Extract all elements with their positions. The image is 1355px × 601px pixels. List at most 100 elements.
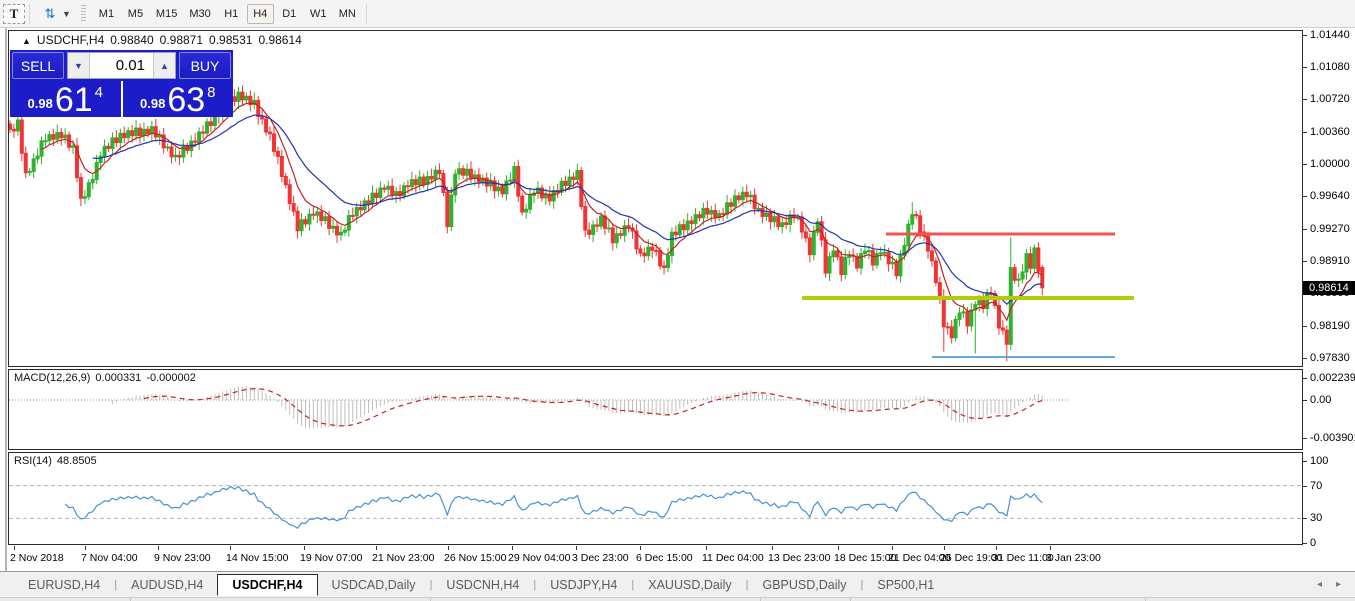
candle-body: [233, 97, 236, 102]
candle-body: [966, 312, 969, 326]
candle-body: [986, 294, 989, 309]
candle-body: [643, 253, 646, 256]
chart-tab-eurusd[interactable]: EURUSD,H4: [14, 575, 114, 595]
time-axis[interactable]: 2 Nov 20187 Nov 04:009 Nov 23:0014 Nov 1…: [8, 546, 1303, 571]
candle-body: [458, 169, 461, 174]
chart-tab-sp500[interactable]: SP500,H1: [863, 575, 948, 595]
candle-body: [454, 174, 457, 195]
timeframe-button-h4[interactable]: H4: [247, 4, 274, 24]
candle-body: [316, 212, 319, 215]
candle-body: [777, 217, 780, 227]
sell-price[interactable]: 0.98 61 4: [10, 81, 121, 117]
candle-body: [79, 178, 82, 199]
timeframe-button-h1[interactable]: H1: [218, 4, 245, 24]
candle-body: [1013, 268, 1016, 281]
double-arrow-icon[interactable]: ⇅: [38, 4, 60, 24]
candle-body: [497, 187, 500, 191]
candle-body: [808, 238, 811, 255]
candle-body: [733, 196, 736, 206]
collapse-panel-icon[interactable]: ▲: [22, 36, 31, 46]
candle-body: [24, 153, 27, 172]
rsi-value: 48.8505: [57, 455, 97, 467]
macd-pane[interactable]: MACD(12,26,9)0.000331-0.000002: [8, 369, 1303, 450]
chart-tab-gbpusd[interactable]: GBPUSD,Daily: [748, 575, 860, 595]
chart-tab-usdcad[interactable]: USDCAD,Daily: [318, 575, 430, 595]
tabs-scroll-left-icon[interactable]: ◂: [1317, 579, 1322, 590]
dropdown-caret-icon[interactable]: ▼: [62, 9, 71, 19]
timeframe-group: M1M5M15M30H1H4D1W1MN: [92, 4, 362, 24]
candle-body: [655, 250, 658, 251]
candle-body: [351, 215, 354, 216]
candle-body: [568, 177, 571, 185]
macd-label: MACD(12,26,9)0.000331-0.000002: [14, 372, 196, 384]
candle-body: [387, 186, 390, 189]
candle-body: [509, 180, 512, 181]
candle-body: [564, 181, 567, 185]
price-tick-0.98190: 0.98190: [1310, 320, 1350, 332]
volume-input[interactable]: 0.01: [90, 53, 153, 78]
chart-tab-usdchf[interactable]: USDCHF,H4: [217, 574, 317, 596]
timeframe-button-m5[interactable]: M5: [122, 4, 149, 24]
candle-body: [871, 251, 874, 265]
macd-value: 0.000331: [95, 372, 141, 384]
chart-tab-xauusd[interactable]: XAUUSD,Daily: [634, 575, 745, 595]
candle-body: [308, 214, 311, 224]
candle-body: [72, 146, 75, 147]
sell-price-prefix: 0.98: [28, 96, 53, 111]
candle-body: [139, 128, 142, 135]
candle-body: [142, 129, 145, 135]
candle-body: [1021, 272, 1024, 279]
tabs-scroll-right-icon[interactable]: ▸: [1336, 579, 1341, 590]
candle-body: [1005, 330, 1008, 344]
candle-body: [154, 127, 157, 137]
candle-body: [714, 211, 717, 218]
sell-button[interactable]: SELL: [12, 52, 64, 79]
candle-body: [596, 225, 599, 226]
time-label: 7 Nov 04:00: [81, 552, 138, 564]
price-tick-0.98910: 0.98910: [1310, 255, 1350, 267]
candle-body: [651, 247, 654, 250]
candle-body: [131, 131, 134, 136]
volume-increase-button[interactable]: ▲: [153, 53, 175, 78]
candle-body: [584, 207, 587, 231]
candle-body: [332, 226, 335, 228]
rsi-line: [65, 486, 1042, 528]
volume-decrease-button[interactable]: ▼: [68, 53, 90, 78]
timeframe-button-w1[interactable]: W1: [305, 4, 332, 24]
volume-box: ▼ 0.01 ▲: [67, 52, 176, 79]
candle-body: [328, 217, 331, 229]
candle-body: [1037, 248, 1040, 271]
buy-price-big: 63: [167, 85, 205, 115]
timeframe-button-mn[interactable]: MN: [334, 4, 361, 24]
timeframe-button-m1[interactable]: M1: [93, 4, 120, 24]
timeframe-button-m15[interactable]: M15: [151, 4, 182, 24]
buy-button[interactable]: BUY: [179, 52, 231, 79]
timeframe-button-d1[interactable]: D1: [276, 4, 303, 24]
candle-body: [206, 122, 209, 133]
candle-body: [513, 167, 516, 180]
chart-tab-audusd[interactable]: AUDUSD,H4: [117, 575, 217, 595]
toolbar-grip[interactable]: [81, 5, 86, 23]
text-tool-icon[interactable]: T: [3, 4, 25, 24]
rsi-pane[interactable]: RSI(14)48.8505: [8, 452, 1303, 545]
candle-body: [446, 193, 449, 227]
buy-price[interactable]: 0.98 63 8: [123, 81, 234, 117]
chart-tab-usdjpy[interactable]: USDJPY,H4: [536, 575, 631, 595]
candle-body: [292, 204, 295, 212]
candle-body: [28, 171, 31, 172]
rsi-tick: 30: [1310, 512, 1322, 524]
candle-body: [710, 211, 713, 215]
candle-body: [844, 257, 847, 274]
candle-body: [336, 226, 339, 235]
ohlc-open: 0.98840: [110, 33, 153, 47]
chart-tab-usdcnh[interactable]: USDCNH,H4: [432, 575, 533, 595]
candle-body: [170, 147, 173, 157]
candle-body: [406, 186, 409, 187]
timeframe-button-m30[interactable]: M30: [184, 4, 215, 24]
time-label: 29 Nov 04:00: [508, 552, 570, 564]
candle-body: [245, 96, 248, 100]
candle-body: [16, 120, 19, 131]
price-axis[interactable]: 1.014401.010801.007201.003601.000000.996…: [1303, 30, 1355, 545]
candle-body: [20, 120, 23, 153]
candle-body: [674, 232, 677, 235]
